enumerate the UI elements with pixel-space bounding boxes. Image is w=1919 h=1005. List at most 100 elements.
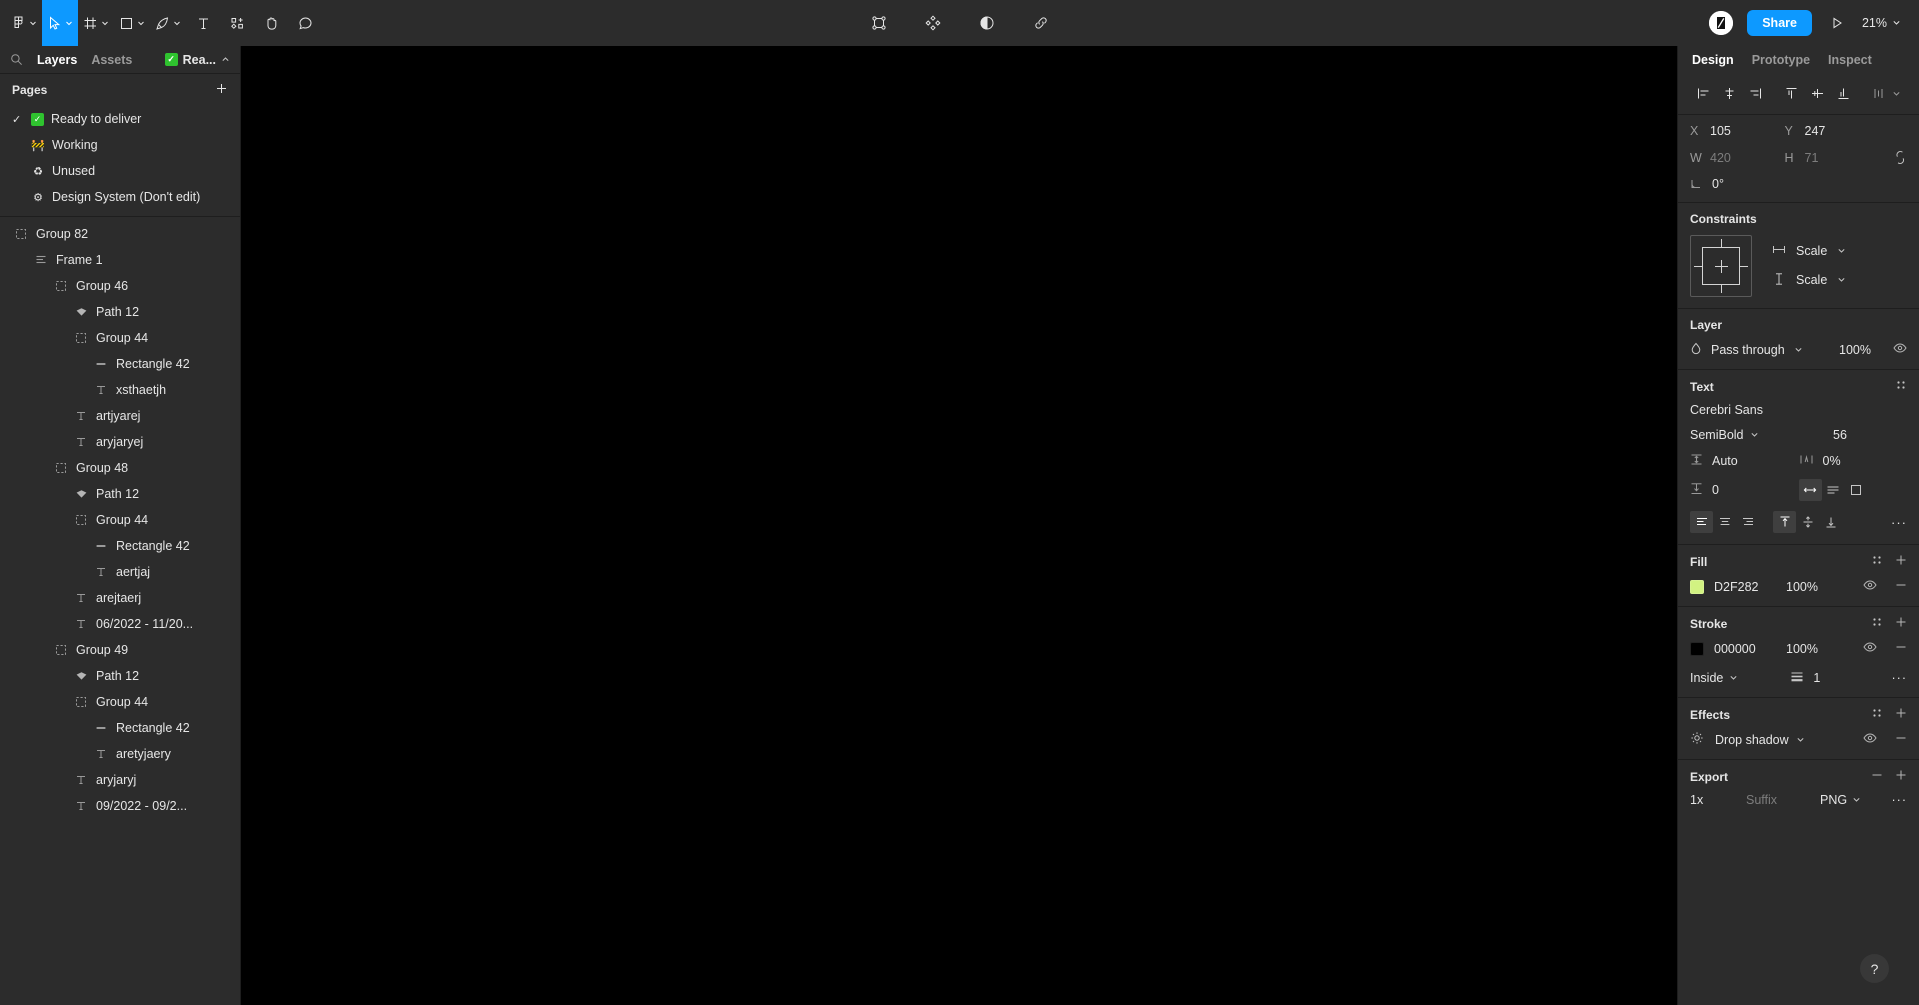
fill-styles-button[interactable] — [1871, 554, 1883, 569]
present-button[interactable] — [1826, 0, 1848, 46]
layer-row[interactable]: Frame 1 — [0, 247, 240, 273]
layer-row[interactable]: aryjaryej — [0, 429, 240, 455]
frame-tool-button[interactable] — [78, 0, 114, 46]
layer-row[interactable]: Rectangle 42 — [0, 351, 240, 377]
text-align-left-button[interactable] — [1690, 511, 1713, 533]
layer-visibility-toggle[interactable] — [1893, 341, 1907, 358]
line-height-field[interactable]: Auto — [1690, 453, 1799, 469]
layer-row[interactable]: 09/2022 - 09/2... — [0, 793, 240, 819]
auto-width-button[interactable] — [1798, 479, 1822, 501]
auto-height-button[interactable] — [1822, 479, 1845, 501]
layer-row[interactable]: Group 82 — [0, 221, 240, 247]
page-item-design-system[interactable]: ⚙ Design System (Don't edit) — [0, 184, 240, 210]
move-tool-button[interactable] — [42, 0, 78, 46]
effect-styles-button[interactable] — [1871, 707, 1883, 722]
avatar[interactable] — [1709, 11, 1734, 35]
layer-opacity-value[interactable]: 100% — [1839, 343, 1871, 357]
add-page-button[interactable] — [215, 82, 228, 98]
effect-visibility-toggle[interactable] — [1863, 731, 1877, 748]
page-item-unused[interactable]: ♻ Unused — [0, 158, 240, 184]
layer-row[interactable]: artjyarej — [0, 403, 240, 429]
layer-row[interactable]: Rectangle 42 — [0, 715, 240, 741]
font-family-select[interactable]: Cerebri Sans — [1690, 403, 1907, 417]
layer-row[interactable]: Rectangle 42 — [0, 533, 240, 559]
tab-inspect[interactable]: Inspect — [1828, 53, 1872, 67]
font-weight-select[interactable]: SemiBold — [1690, 428, 1759, 442]
text-valign-bottom-button[interactable] — [1819, 511, 1842, 533]
layer-row[interactable]: aryjaryj — [0, 767, 240, 793]
constrain-proportions-button[interactable] — [1879, 150, 1907, 165]
layer-row[interactable]: Group 44 — [0, 325, 240, 351]
search-icon[interactable] — [10, 53, 23, 66]
fill-visibility-toggle[interactable] — [1863, 578, 1877, 595]
stroke-opacity-value[interactable]: 100% — [1786, 642, 1838, 656]
fixed-size-button[interactable] — [1845, 479, 1868, 501]
fill-color-swatch[interactable] — [1690, 579, 1704, 594]
contrast-button[interactable] — [970, 0, 1004, 46]
layer-row[interactable]: 06/2022 - 11/20... — [0, 611, 240, 637]
layer-row[interactable]: Group 44 — [0, 689, 240, 715]
layer-row[interactable]: Path 12 — [0, 481, 240, 507]
align-horizontal-center-button[interactable] — [1716, 81, 1742, 105]
text-more-options-button[interactable]: ··· — [1891, 515, 1907, 530]
width-field[interactable]: W 420 — [1690, 151, 1785, 165]
text-align-center-button[interactable] — [1713, 511, 1736, 533]
tab-prototype[interactable]: Prototype — [1752, 53, 1810, 67]
effect-type-select[interactable]: Drop shadow — [1715, 733, 1805, 747]
link-button[interactable] — [1024, 0, 1058, 46]
layer-row[interactable]: arejtaerj — [0, 585, 240, 611]
layer-row[interactable]: Group 49 — [0, 637, 240, 663]
shape-tool-button[interactable] — [114, 0, 150, 46]
remove-effect-button[interactable] — [1895, 732, 1907, 747]
layer-row[interactable]: Path 12 — [0, 299, 240, 325]
align-left-button[interactable] — [1690, 81, 1716, 105]
remove-fill-button[interactable] — [1895, 579, 1907, 594]
height-field[interactable]: H 71 — [1785, 151, 1880, 165]
layer-row[interactable]: Group 44 — [0, 507, 240, 533]
rotation-field[interactable]: 0° — [1690, 177, 1785, 191]
layer-row[interactable]: Group 48 — [0, 455, 240, 481]
y-field[interactable]: Y 247 — [1785, 124, 1880, 138]
hand-tool-button[interactable] — [254, 0, 288, 46]
current-page-selector[interactable]: ✓ Rea... — [164, 53, 230, 67]
design-canvas[interactable] — [241, 46, 1677, 1005]
distribute-menu-button[interactable] — [1866, 81, 1892, 105]
stroke-visibility-toggle[interactable] — [1863, 640, 1877, 657]
stroke-weight-field[interactable]: 1 — [1790, 670, 1820, 686]
figma-menu-button[interactable] — [6, 0, 42, 46]
export-format-select[interactable]: PNG — [1820, 793, 1861, 807]
layer-row[interactable]: xsthaetjh — [0, 377, 240, 403]
tab-design[interactable]: Design — [1692, 53, 1734, 67]
stroke-hex-value[interactable]: 000000 — [1714, 642, 1786, 656]
stroke-styles-button[interactable] — [1871, 616, 1883, 631]
tab-layers[interactable]: Layers — [37, 53, 77, 67]
align-vertical-center-button[interactable] — [1804, 81, 1830, 105]
resources-tool-button[interactable] — [220, 0, 254, 46]
paragraph-spacing-field[interactable]: 0 — [1690, 482, 1799, 498]
export-more-options-button[interactable]: ··· — [1892, 793, 1908, 807]
page-item-working[interactable]: 🚧 Working — [0, 132, 240, 158]
blend-mode-select[interactable]: Pass through — [1690, 342, 1803, 358]
layer-row[interactable]: aertjaj — [0, 559, 240, 585]
help-button[interactable]: ? — [1860, 954, 1889, 983]
selection-bounds-button[interactable] — [862, 0, 896, 46]
remove-export-button[interactable] — [1871, 769, 1883, 784]
constraints-widget[interactable] — [1690, 235, 1752, 297]
add-export-button[interactable] — [1895, 769, 1907, 784]
vertical-constraint-select[interactable]: Scale — [1772, 272, 1846, 289]
add-fill-button[interactable] — [1895, 554, 1907, 569]
add-effect-button[interactable] — [1895, 707, 1907, 722]
export-suffix-field[interactable]: Suffix — [1746, 793, 1820, 807]
layer-row[interactable]: Group 46 — [0, 273, 240, 299]
letter-spacing-field[interactable]: 0% — [1799, 453, 1841, 469]
export-scale-field[interactable]: 1x — [1690, 793, 1746, 807]
horizontal-constraint-select[interactable]: Scale — [1772, 244, 1846, 258]
text-valign-top-button[interactable] — [1773, 511, 1796, 533]
zoom-control[interactable]: 21% — [1862, 16, 1901, 30]
align-top-button[interactable] — [1778, 81, 1804, 105]
add-stroke-button[interactable] — [1895, 616, 1907, 631]
fill-opacity-value[interactable]: 100% — [1786, 580, 1838, 594]
stroke-color-swatch[interactable] — [1690, 641, 1704, 656]
remove-stroke-button[interactable] — [1895, 641, 1907, 656]
comment-tool-button[interactable] — [288, 0, 322, 46]
